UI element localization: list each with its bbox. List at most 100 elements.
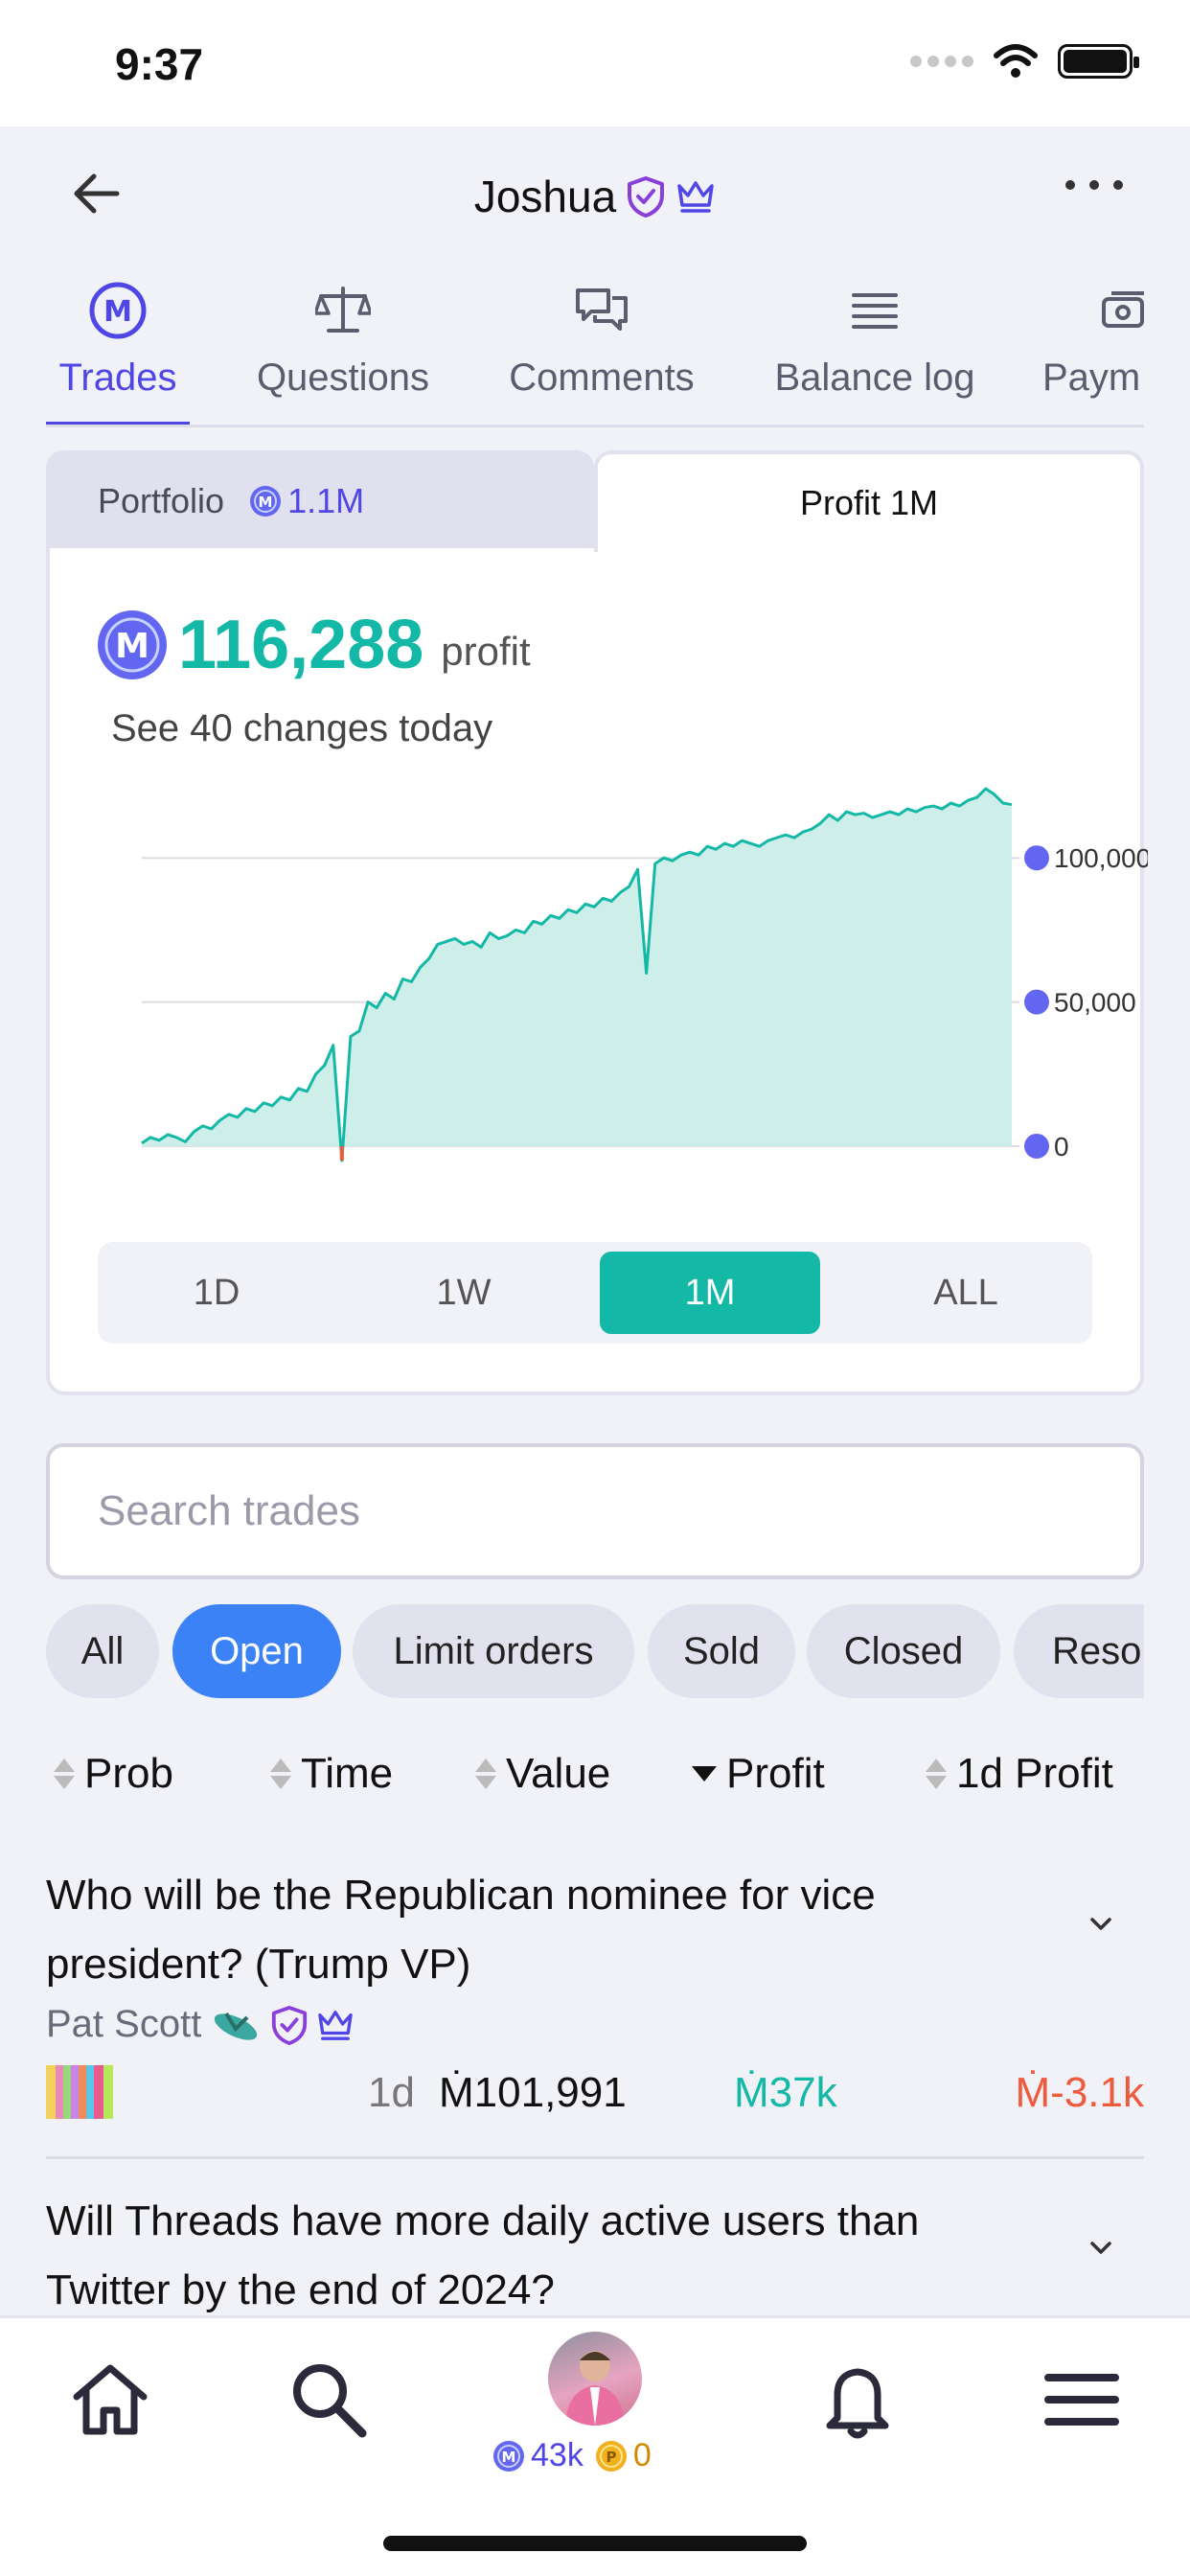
trade-day-profit: Ṁ-3.1k <box>1015 2069 1144 2116</box>
sandal-icon <box>215 2012 258 2040</box>
svg-text:P: P <box>606 2449 616 2466</box>
profit-summary: M 116,288 profit <box>96 606 531 684</box>
tab-label: Paym <box>1042 356 1141 399</box>
portfolio-card: Portfolio M 1.1M Profit 1M M 116,288 pro… <box>46 450 1148 1395</box>
range-1m[interactable]: 1M <box>600 1252 820 1334</box>
y-tick-label: 50,000 <box>1054 988 1136 1018</box>
tick-mana-coin-icon <box>1024 989 1049 1015</box>
home-indicator <box>383 2536 807 2551</box>
bell-icon[interactable] <box>814 2357 901 2443</box>
portfolio-tab-label: Portfolio <box>98 481 225 520</box>
tab-label: Comments <box>509 356 695 399</box>
range-1d[interactable]: 1D <box>98 1252 335 1334</box>
menu-icon[interactable] <box>1039 2357 1125 2443</box>
range-1w[interactable]: 1W <box>345 1252 583 1334</box>
sort-arrows-icon <box>270 1759 291 1789</box>
more-options-icon[interactable] <box>1065 180 1123 199</box>
filter-resolved[interactable]: Resol <box>1014 1604 1144 1698</box>
sort-1d-profit[interactable]: 1d Profit <box>926 1750 1113 1798</box>
sort-prob[interactable]: Prob <box>54 1750 173 1798</box>
mana-balance: 43k <box>531 2437 584 2473</box>
trade-row[interactable]: Who will be the Republican nominee for v… <box>46 1861 1144 2127</box>
chevron-down-icon[interactable] <box>1087 1909 1115 1938</box>
portfolio-tab[interactable]: Portfolio M 1.1M <box>46 450 594 552</box>
top-nav: Joshua <box>0 126 1190 266</box>
trade-question[interactable]: Will Threads have more daily active user… <box>46 2187 1023 2325</box>
signal-icon <box>910 56 973 67</box>
svg-text:M: M <box>103 295 132 329</box>
sort-label: Time <box>301 1750 394 1797</box>
sort-profit[interactable]: Profit <box>692 1750 825 1798</box>
filter-closed[interactable]: Closed <box>807 1604 1000 1698</box>
search-trades-input[interactable]: Search trades <box>46 1443 1144 1579</box>
sort-time[interactable]: Time <box>270 1750 393 1798</box>
trade-creator[interactable]: Pat Scott <box>46 2003 1144 2046</box>
filter-sold[interactable]: Sold <box>648 1604 795 1698</box>
avatar[interactable] <box>548 2332 642 2426</box>
payments-icon <box>1102 291 1144 328</box>
profit-area <box>142 789 1012 1146</box>
shield-check-icon <box>628 176 665 218</box>
range-label: 1D <box>193 1272 240 1313</box>
portfolio-value: M 1.1M <box>249 481 364 521</box>
tab-questions[interactable]: Questions <box>238 276 448 425</box>
trade-filters: All Open Limit orders Sold Closed Resol <box>46 1604 1144 1698</box>
tab-comments[interactable]: Comments <box>496 276 707 425</box>
range-label: 1W <box>436 1272 492 1313</box>
sort-label: Profit <box>726 1750 825 1797</box>
tick-mana-coin-icon <box>1024 845 1049 871</box>
profit-value: 116,288 <box>178 607 424 683</box>
filter-label: All <box>80 1629 125 1672</box>
creator-name: Pat Scott <box>46 2003 202 2045</box>
svg-text:M: M <box>502 2449 516 2466</box>
trade-stats: 1d Ṁ101,991 Ṁ37k Ṁ-3.1k <box>46 2059 1144 2127</box>
crown-icon <box>318 2010 354 2040</box>
svg-text:M: M <box>259 494 273 511</box>
filter-label: Limit orders <box>393 1629 594 1672</box>
avatar-image <box>565 2351 625 2426</box>
tab-trades[interactable]: M Trades <box>46 276 190 425</box>
filter-label: Sold <box>682 1629 761 1672</box>
sort-value[interactable]: Value <box>475 1750 610 1798</box>
user-balances[interactable]: M 43k P 0 <box>492 2437 652 2474</box>
trade-profit: Ṁ37k <box>734 2069 837 2116</box>
filter-open[interactable]: Open <box>172 1604 341 1698</box>
filter-all[interactable]: All <box>46 1604 159 1698</box>
trade-row[interactable]: Will Threads have more daily active user… <box>46 2187 1144 2325</box>
tab-balance-log[interactable]: Balance log <box>765 276 985 425</box>
mana-coin-icon: M <box>493 2440 524 2472</box>
y-tick-label: 100,000 <box>1054 843 1148 873</box>
profit-chart: 0 50,000 100,000 <box>141 787 1148 1162</box>
row-divider <box>46 2156 1144 2159</box>
list-icon <box>852 293 898 329</box>
sort-label: Prob <box>84 1750 173 1797</box>
profit-tab[interactable]: Profit 1M <box>594 450 1144 552</box>
home-icon[interactable] <box>67 2357 153 2443</box>
tab-payments[interactable]: Paym <box>1042 276 1144 425</box>
tab-label: Questions <box>256 356 430 399</box>
search-icon[interactable] <box>286 2357 372 2443</box>
mana-icon: M <box>89 282 147 339</box>
y-tick-label: 0 <box>1054 1132 1069 1162</box>
chat-icon <box>576 288 628 331</box>
battery-icon <box>1058 44 1139 79</box>
profit-word: profit <box>441 629 531 674</box>
chevron-down-icon[interactable] <box>1087 2233 1115 2262</box>
sort-label: Value <box>506 1750 611 1797</box>
profile-tabs: M Trades Questions Comments Balance log … <box>46 276 1144 427</box>
trade-question[interactable]: Who will be the Republican nominee for v… <box>46 1861 1023 1999</box>
range-all[interactable]: ALL <box>839 1252 1092 1334</box>
changes-link[interactable]: See 40 changes today <box>111 707 492 750</box>
tab-label: Balance log <box>774 356 975 399</box>
filter-limit-orders[interactable]: Limit orders <box>353 1604 634 1698</box>
sort-label: 1d Profit <box>956 1750 1113 1797</box>
sort-desc-icon <box>692 1766 717 1782</box>
sort-arrows-icon <box>54 1759 75 1789</box>
sort-header: Prob Time Value Profit 1d Profit <box>46 1740 1157 1817</box>
prize-balance: 0 <box>632 2437 652 2473</box>
status-icons <box>910 44 1139 79</box>
tab-label: Trades <box>58 356 177 399</box>
svg-text:M: M <box>115 627 149 666</box>
profit-tab-label: Profit 1M <box>799 483 939 522</box>
mana-coin-icon: M <box>250 486 282 517</box>
